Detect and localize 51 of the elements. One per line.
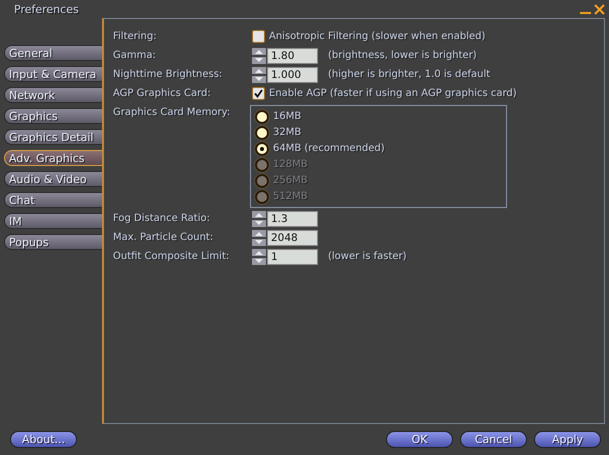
checkbox-label: Anisotropic Filtering (slower when enabled): [269, 30, 486, 44]
number-field[interactable]: 1.80: [267, 48, 318, 64]
sidebar-tab[interactable]: Graphics Detail: [4, 129, 102, 145]
sidebar-tab[interactable]: Chat: [4, 192, 102, 208]
dialog-button[interactable]: OK: [386, 431, 453, 448]
sidebar-tab[interactable]: Popups: [4, 234, 102, 250]
sidebar-tab[interactable]: Adv. Graphics: [4, 150, 104, 166]
radio-label: 64MB (recommended): [273, 143, 385, 154]
checkbox[interactable]: [252, 87, 265, 100]
setting-label: Nighttime Brightness:: [113, 68, 224, 82]
radio-label: 512MB: [273, 191, 308, 202]
close-icon[interactable]: [594, 4, 605, 14]
radio-label: 16MB: [273, 111, 302, 122]
number-field[interactable]: 1.000: [267, 67, 318, 83]
spinner-arrows-icon[interactable]: [252, 230, 266, 246]
setting-label: AGP Graphics Card:: [113, 87, 212, 101]
sidebar-tab[interactable]: Network: [4, 87, 102, 103]
setting-label: Gamma:: [113, 49, 157, 63]
hint-text: (higher is brighter, 1.0 is default: [328, 68, 490, 82]
number-field[interactable]: 1.3: [267, 211, 318, 227]
radio-label: 32MB: [273, 127, 302, 138]
dialog-button[interactable]: Apply: [534, 431, 601, 448]
sidebar-tab[interactable]: IM: [4, 213, 102, 229]
number-field[interactable]: 2048: [267, 230, 318, 246]
spinner-arrows-icon[interactable]: [252, 211, 266, 227]
dialog-button[interactable]: Cancel: [460, 431, 527, 448]
radio-label: 256MB: [273, 175, 308, 186]
radio-button[interactable]: [255, 142, 269, 156]
sidebar-tab[interactable]: Audio & Video: [4, 171, 102, 187]
setting-label: Max. Particle Count:: [113, 231, 214, 245]
number-field[interactable]: 1: [267, 249, 318, 265]
setting-label: Filtering:: [113, 30, 158, 44]
checkbox-label: Enable AGP (faster if using an AGP graphics card): [269, 87, 517, 101]
hint-text: (lower is faster): [328, 250, 407, 264]
radio-button[interactable]: [255, 126, 269, 140]
window-title: Preferences: [14, 2, 80, 16]
spinner-arrows-icon[interactable]: [252, 48, 266, 64]
setting-label: Graphics Card Memory:: [113, 106, 232, 120]
sidebar-tab[interactable]: General: [4, 45, 102, 61]
sidebar-tab[interactable]: Input & Camera: [4, 66, 102, 82]
spinner-arrows-icon[interactable]: [252, 249, 266, 265]
checkbox[interactable]: [252, 30, 265, 43]
spinner-arrows-icon[interactable]: [252, 67, 266, 83]
hint-text: (brightness, lower is brighter): [328, 49, 477, 63]
radio-button[interactable]: [255, 110, 269, 124]
setting-label: Outfit Composite Limit:: [113, 250, 230, 264]
sidebar-tab[interactable]: Graphics: [4, 108, 102, 124]
about-button[interactable]: About...: [10, 431, 77, 448]
setting-label: Fog Distance Ratio:: [113, 212, 211, 226]
radio-label: 128MB: [273, 159, 308, 170]
check-mark-icon: [254, 89, 263, 98]
